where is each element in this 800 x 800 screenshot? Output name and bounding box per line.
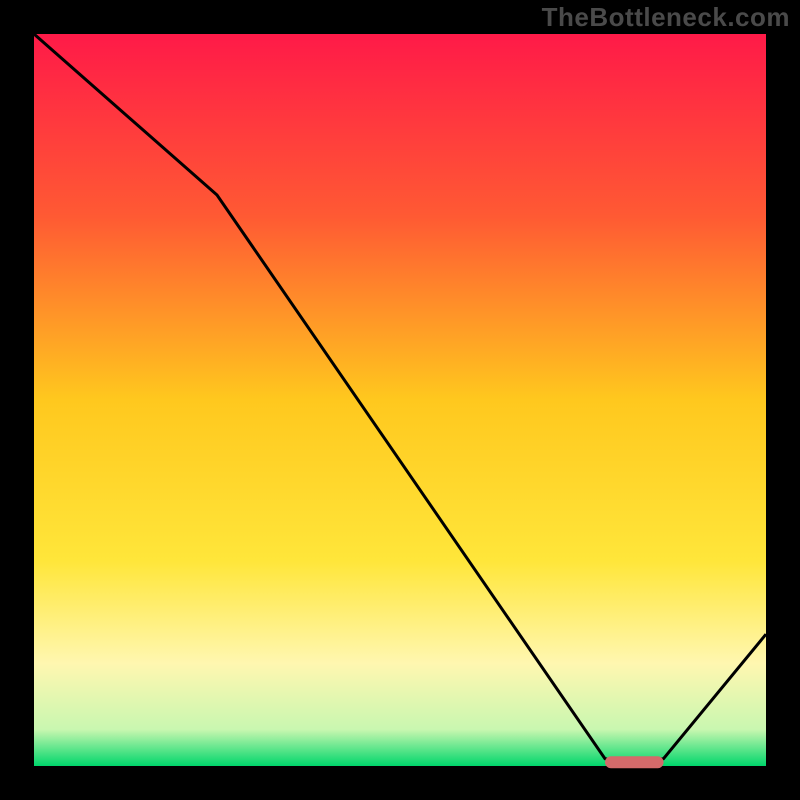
bottleneck-chart — [0, 0, 800, 800]
optimal-range-marker — [605, 756, 664, 768]
watermark-text: TheBottleneck.com — [542, 2, 790, 33]
plot-background — [34, 34, 766, 766]
chart-container: TheBottleneck.com — [0, 0, 800, 800]
